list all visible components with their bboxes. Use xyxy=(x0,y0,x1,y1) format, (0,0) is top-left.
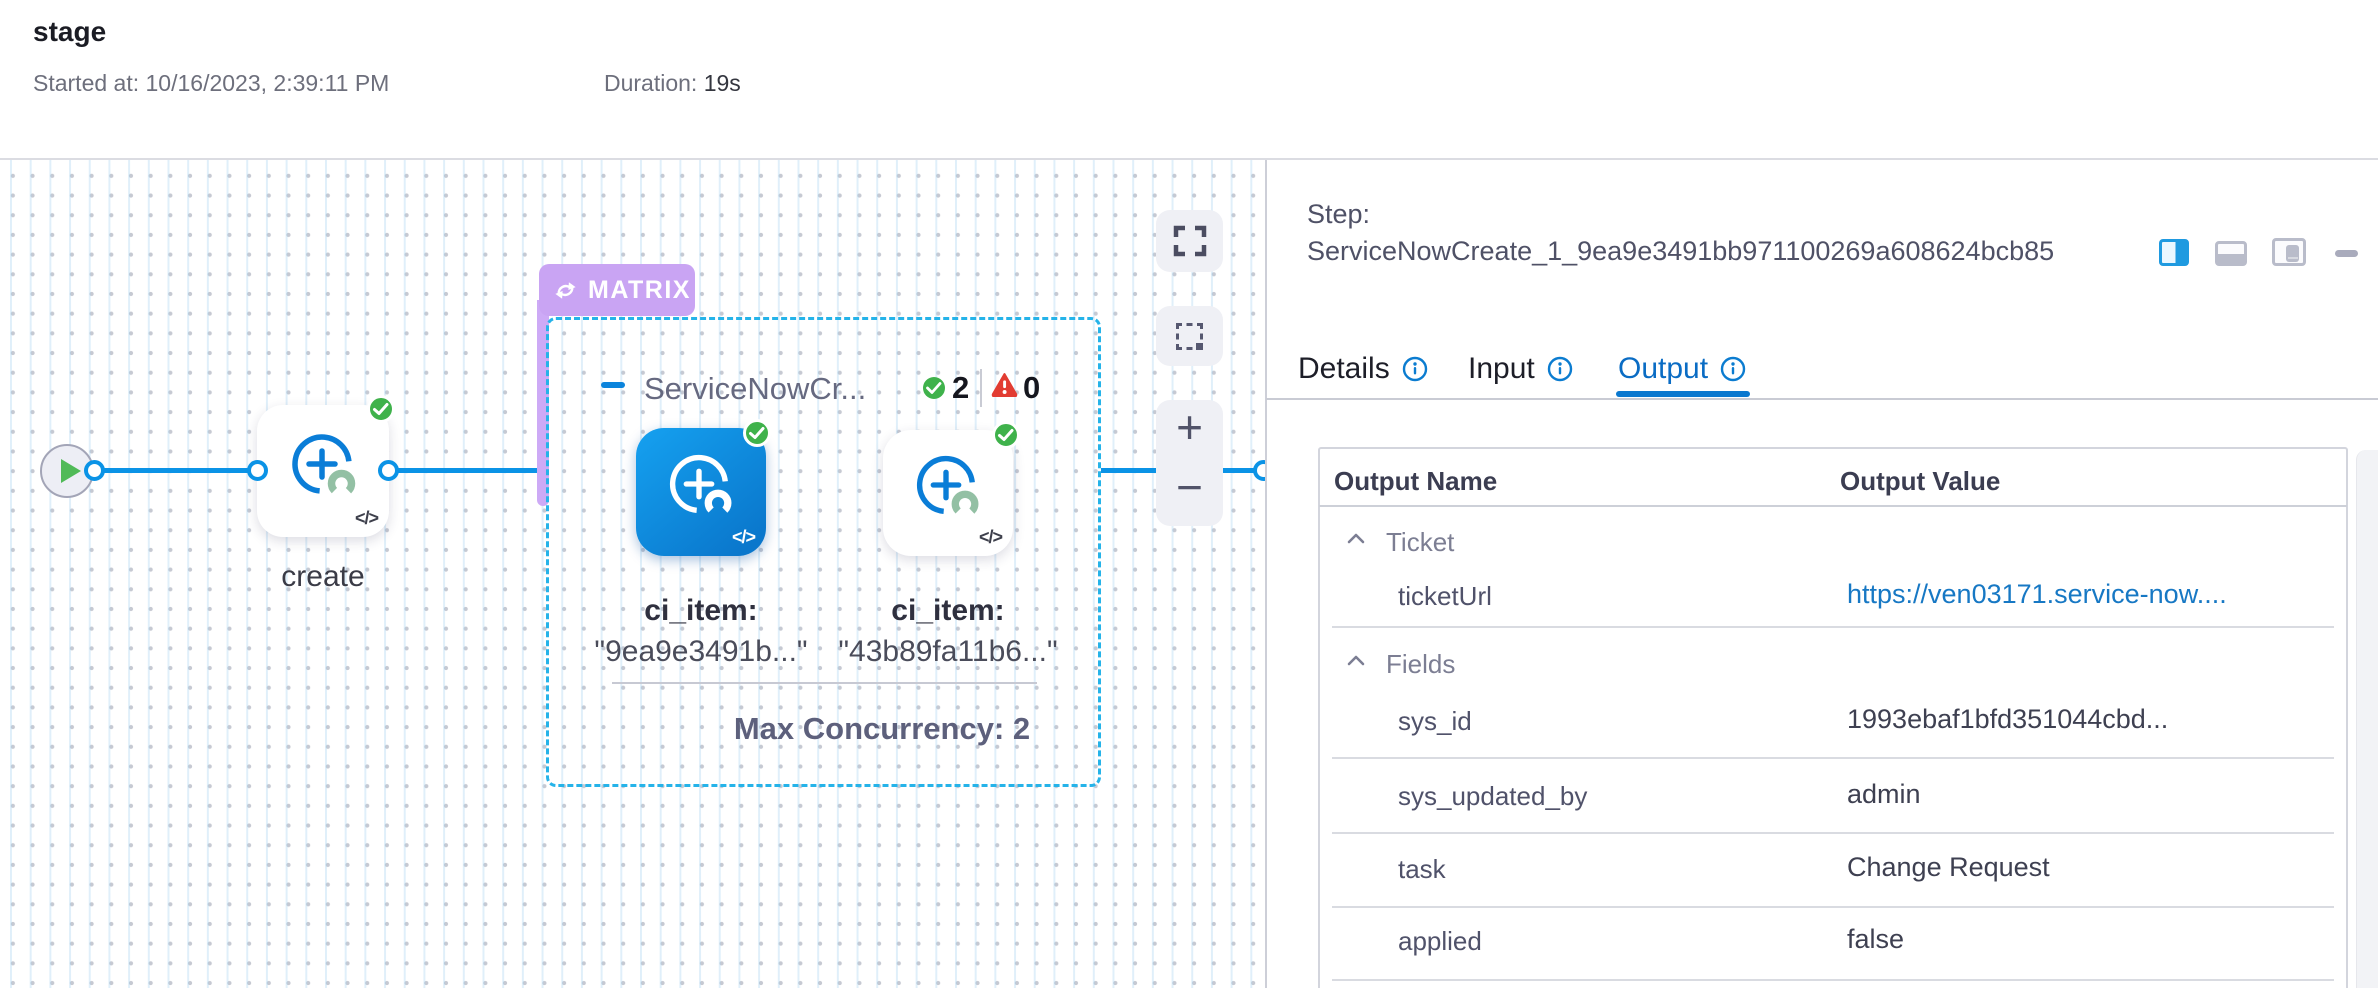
code-glyph: </> xyxy=(732,527,755,548)
code-glyph: </> xyxy=(979,527,1002,548)
port-in-create[interactable] xyxy=(247,460,268,481)
success-badge-icon xyxy=(367,395,395,423)
ci-item-label: ci_item: xyxy=(833,594,1063,628)
ci-item-value: "9ea9e3491b..." xyxy=(586,635,816,669)
output-row-value: false xyxy=(1847,924,1904,955)
output-row-value: Change Request xyxy=(1847,852,2050,883)
ci-item-label: ci_item: xyxy=(586,594,816,628)
output-row-value: admin xyxy=(1847,779,1921,810)
pipeline-canvas[interactable]: MATRIX ServiceNowCr... 2 0 xyxy=(0,160,1265,988)
fullscreen-icon xyxy=(1173,225,1207,257)
zoom-out-button[interactable]: − xyxy=(1156,460,1223,514)
matrix-group-title[interactable]: ServiceNowCr... xyxy=(644,371,866,407)
panel-scrollbar[interactable] xyxy=(2356,450,2378,988)
started-label: Started at: xyxy=(33,70,139,96)
info-icon[interactable] xyxy=(1547,356,1573,382)
loop-icon xyxy=(552,279,579,302)
row-divider xyxy=(1332,626,2334,628)
tab-output[interactable]: Output xyxy=(1618,352,1746,386)
chevron-up-icon[interactable] xyxy=(1347,655,1365,666)
edge-create-matrix xyxy=(389,468,539,473)
ci-item-value: "43b89fa11b6..." xyxy=(833,635,1063,669)
edge-start-create xyxy=(95,468,258,473)
error-count: 0 xyxy=(1023,370,1040,406)
info-icon[interactable] xyxy=(1402,356,1428,382)
port-out-create[interactable] xyxy=(378,460,399,481)
pipeline-execution-view: stage Started at: 10/16/2023, 2:39:11 PM… xyxy=(0,0,2378,988)
step-label-create: create xyxy=(257,560,389,594)
tab-input[interactable]: Input xyxy=(1468,352,1573,386)
output-group-fields[interactable]: Fields xyxy=(1386,649,1455,680)
tab-output-label: Output xyxy=(1618,352,1708,386)
error-count-icon xyxy=(991,372,1018,397)
row-divider xyxy=(1332,979,2334,981)
column-header-value: Output Value xyxy=(1840,466,2000,497)
port-end[interactable] xyxy=(1253,460,1265,481)
minimize-panel-icon[interactable] xyxy=(2335,250,2358,257)
step-node-create[interactable]: </> xyxy=(257,405,389,537)
layout-floating-panel-icon[interactable] xyxy=(2272,238,2306,266)
success-count-icon xyxy=(923,377,945,399)
output-row-name: task xyxy=(1398,854,1446,885)
layout-bottom-panel-icon[interactable] xyxy=(2215,241,2247,266)
canvas-panel-divider xyxy=(1265,160,1267,988)
output-row-name: applied xyxy=(1398,926,1482,957)
info-icon[interactable] xyxy=(1720,356,1746,382)
matrix-step-2-caption: ci_item: "43b89fa11b6..." xyxy=(833,594,1063,669)
duration-value: 19s xyxy=(704,70,741,96)
success-badge-icon xyxy=(992,421,1020,449)
ticket-url-link[interactable]: https://ven03171.service-now.... xyxy=(1847,579,2227,610)
success-count: 2 xyxy=(952,370,969,406)
collapse-minus-icon[interactable] xyxy=(601,382,625,388)
tab-input-label: Input xyxy=(1468,352,1535,386)
matrix-step-1-caption: ci_item: "9ea9e3491b..." xyxy=(586,594,816,669)
zoom-controls: + − xyxy=(1156,400,1223,526)
marquee-select-button[interactable] xyxy=(1156,306,1223,366)
fullscreen-button[interactable] xyxy=(1156,210,1223,272)
duration-label: Duration: xyxy=(604,70,697,96)
chevron-up-icon[interactable] xyxy=(1347,533,1365,544)
tabs-divider xyxy=(1266,398,2378,400)
matrix-step-node-1[interactable]: </> xyxy=(636,428,766,556)
success-badge-icon xyxy=(743,419,771,447)
matrix-footer-divider xyxy=(612,682,1037,684)
servicenow-icon xyxy=(657,442,741,526)
servicenow-icon xyxy=(279,421,365,507)
page-title: stage xyxy=(33,16,106,48)
column-header-name: Output Name xyxy=(1334,466,1497,497)
step-panel-title: Step: ServiceNowCreate_1_9ea9e3491bb9711… xyxy=(1307,196,2087,270)
row-divider xyxy=(1332,832,2334,834)
zoom-in-button[interactable]: + xyxy=(1156,400,1223,454)
tab-details[interactable]: Details xyxy=(1298,352,1428,386)
code-glyph: </> xyxy=(355,508,378,529)
servicenow-icon xyxy=(904,443,988,527)
count-divider xyxy=(980,369,982,407)
marquee-select-icon xyxy=(1176,323,1203,350)
matrix-step-node-2[interactable]: </> xyxy=(883,430,1013,556)
duration: Duration: 19s xyxy=(604,70,741,97)
output-row-name: ticketUrl xyxy=(1398,581,1492,612)
row-divider xyxy=(1332,906,2334,908)
port-out-start[interactable] xyxy=(84,460,105,481)
output-row-value: 1993ebaf1bfd351044cbd... xyxy=(1847,704,2168,735)
started-value: 10/16/2023, 2:39:11 PM xyxy=(146,70,390,96)
output-row-name: sys_updated_by xyxy=(1398,781,1587,812)
started-at: Started at: 10/16/2023, 2:39:11 PM xyxy=(33,70,389,97)
output-row-name: sys_id xyxy=(1398,706,1472,737)
max-concurrency-label: Max Concurrency: 2 xyxy=(667,711,1097,747)
active-tab-indicator xyxy=(1616,391,1750,397)
matrix-badge: MATRIX xyxy=(539,264,695,316)
tab-details-label: Details xyxy=(1298,352,1390,386)
table-header-divider xyxy=(1319,505,2347,507)
output-group-ticket[interactable]: Ticket xyxy=(1386,527,1454,558)
layout-right-panel-icon[interactable] xyxy=(2159,239,2189,266)
matrix-badge-label: MATRIX xyxy=(588,276,691,305)
play-icon xyxy=(61,459,81,483)
row-divider xyxy=(1332,757,2334,759)
